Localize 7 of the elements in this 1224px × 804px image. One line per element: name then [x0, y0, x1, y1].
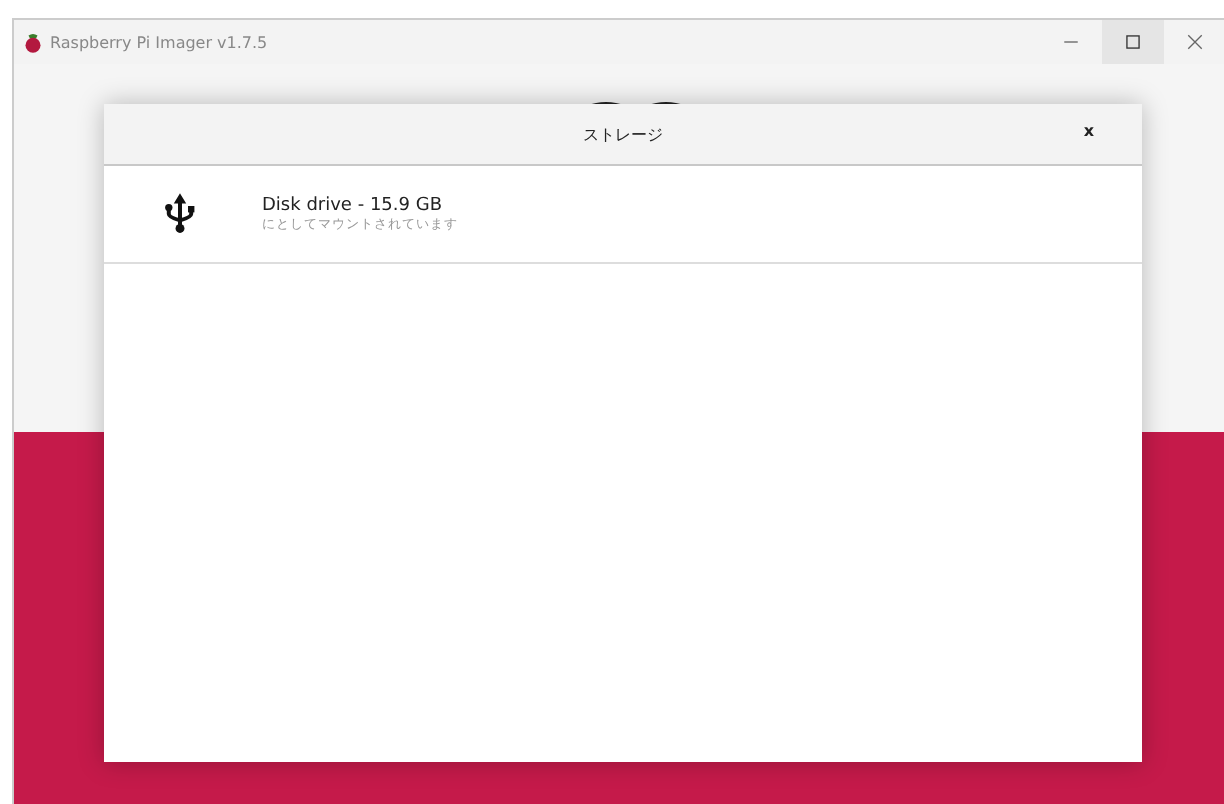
usb-icon — [164, 192, 196, 236]
maximize-button[interactable] — [1102, 20, 1164, 64]
drive-name: Disk drive - 15.9 GB — [262, 195, 442, 215]
dialog-title: ストレージ — [583, 123, 663, 145]
close-button[interactable]: x — [1079, 122, 1098, 140]
raspberry-icon — [24, 31, 42, 53]
window-title: Raspberry Pi Imager v1.7.5 — [50, 33, 268, 51]
